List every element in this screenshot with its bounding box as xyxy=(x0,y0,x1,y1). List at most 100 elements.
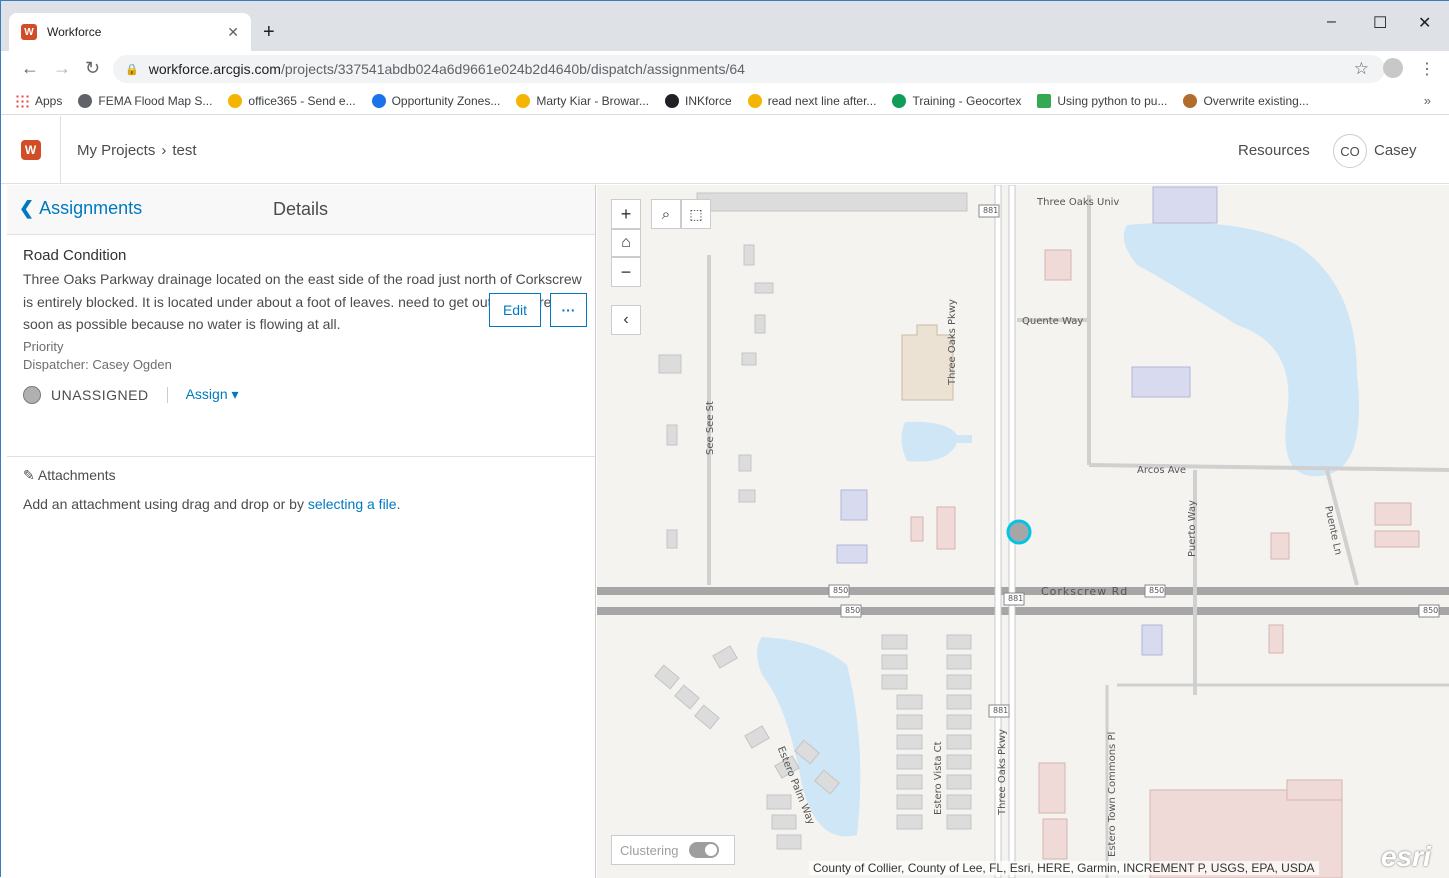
lake-shape xyxy=(1123,222,1359,477)
attachments-section: ✎ Attachments Add an attachment using dr… xyxy=(7,457,595,522)
stack-icon xyxy=(228,93,243,108)
breadcrumb: My Projects › test xyxy=(77,142,197,159)
overwrite-icon xyxy=(1183,93,1198,108)
address-bar[interactable]: 🔒 workforce.arcgis.com /projects/337541a… xyxy=(113,55,1385,83)
home-icon[interactable]: ⌂ xyxy=(611,229,641,257)
tab-title: Workforce xyxy=(47,25,102,39)
new-tab-button[interactable]: + xyxy=(263,21,275,44)
building-shape xyxy=(1286,779,1343,801)
more-bookmarks-icon[interactable]: » xyxy=(1424,93,1431,108)
bookmark-item[interactable]: Using python to pu... xyxy=(1037,93,1167,108)
apps-grid-icon xyxy=(15,93,29,108)
breadcrumb-project: test xyxy=(172,142,197,159)
building-shape xyxy=(1038,762,1066,814)
bookmark-item[interactable]: FEMA Flood Map S... xyxy=(78,93,212,108)
details-title: Details xyxy=(273,199,329,219)
map-label: Estero Vista Ct xyxy=(933,741,944,815)
zoom-out-button[interactable]: − xyxy=(611,257,641,287)
route-shield-label: 881 xyxy=(993,706,1009,715)
select-file-link[interactable]: selecting a file xyxy=(308,496,397,512)
breadcrumb-my-projects[interactable]: My Projects xyxy=(77,142,155,159)
attachments-hint: Add an attachment using drag and drop or… xyxy=(23,496,401,512)
reload-icon[interactable]: ↻ xyxy=(85,58,100,79)
building-shape xyxy=(1131,366,1191,398)
browser-menu-icon[interactable]: ⋮ xyxy=(1419,59,1435,79)
details-panel: ❮ Assignments Details Road Condition Thr… xyxy=(7,185,596,878)
collapse-panel-icon[interactable]: ‹ xyxy=(611,305,641,335)
bookmark-item[interactable]: Marty Kiar - Browar... xyxy=(516,93,649,108)
workforce-logo-icon: W xyxy=(20,140,41,160)
more-actions-button[interactable]: ··· xyxy=(550,293,587,327)
building-shape xyxy=(1044,249,1072,281)
bookmark-star-icon[interactable]: ☆ xyxy=(1354,59,1369,79)
building-shape xyxy=(936,506,956,550)
map-attribution: County of Collier, County of Lee, FL, Es… xyxy=(809,861,1319,875)
bookmark-item[interactable]: read next line after... xyxy=(747,93,876,108)
fema-icon xyxy=(78,93,93,108)
search-icon[interactable]: ⌕ xyxy=(651,199,681,229)
minimize-icon[interactable]: – xyxy=(1327,13,1336,31)
building-shape xyxy=(1374,530,1420,548)
status-row: UNASSIGNED Assign ▾ xyxy=(23,385,579,404)
profile-avatar-icon[interactable] xyxy=(1383,58,1403,78)
assignment-details: Road Condition Three Oaks Parkway draina… xyxy=(7,235,595,457)
building-shape xyxy=(901,324,954,401)
maximize-icon[interactable]: ☐ xyxy=(1373,13,1387,33)
opportunity-zones-icon xyxy=(371,93,386,108)
route-shield-label: 881 xyxy=(983,206,999,215)
building-shape xyxy=(1268,624,1284,654)
corkscrew-road-south xyxy=(597,607,1449,615)
bookmark-item[interactable]: Apps xyxy=(15,93,62,108)
building-shape xyxy=(836,544,868,564)
edit-button[interactable]: Edit xyxy=(489,293,541,327)
basemap-graphics xyxy=(597,185,1449,878)
bookmark-item[interactable]: Opportunity Zones... xyxy=(371,93,500,108)
route-shield-label: 850 xyxy=(833,586,849,595)
stack-icon xyxy=(747,93,762,108)
landscape-icon xyxy=(1037,93,1052,108)
pond-shape xyxy=(901,421,972,462)
bookmark-item[interactable]: office365 - Send e... xyxy=(228,93,356,108)
residential-buildings xyxy=(654,192,972,850)
resources-link[interactable]: Resources xyxy=(1238,142,1310,159)
map-view[interactable]: Three Oaks Univ Quente Way Arcos Ave Cor… xyxy=(597,185,1449,878)
clustering-toggle[interactable]: Clustering xyxy=(611,835,735,865)
workforce-logo[interactable]: W xyxy=(1,116,61,184)
assign-dropdown[interactable]: Assign ▾ xyxy=(186,386,239,403)
map-label: Puerto Way xyxy=(1187,500,1198,557)
bookmark-item[interactable]: INKforce xyxy=(665,93,732,108)
clustering-label: Clustering xyxy=(620,842,679,858)
back-to-assignments-link[interactable]: ❮ Assignments xyxy=(19,198,142,219)
paperclip-icon: ✎ xyxy=(23,467,38,483)
map-label: Estero Town Commons Pl xyxy=(1107,731,1118,857)
building-shape xyxy=(1374,502,1412,526)
browser-tab[interactable]: W Workforce ✕ xyxy=(9,13,251,51)
route-shield-label: 850 xyxy=(845,606,861,615)
bookmark-item[interactable]: Training - Geocortex xyxy=(892,93,1021,108)
select-area-icon[interactable]: ⬚ xyxy=(681,199,711,229)
route-shield-label: 850 xyxy=(1149,586,1165,595)
bookmarks-bar: Apps FEMA Flood Map S... office365 - Sen… xyxy=(1,87,1449,115)
close-window-icon[interactable]: ✕ xyxy=(1418,13,1431,33)
assignment-marker[interactable] xyxy=(1006,519,1032,545)
geocortex-icon xyxy=(892,93,907,108)
workforce-favicon-icon: W xyxy=(21,24,37,40)
sun-icon xyxy=(516,93,531,108)
attachments-header: ✎ Attachments xyxy=(23,467,116,483)
forward-arrow-icon[interactable]: → xyxy=(53,58,71,79)
route-shield-label: 850 xyxy=(1423,606,1439,615)
bookmark-item[interactable]: Overwrite existing... xyxy=(1183,93,1309,108)
map-label: Arcos Ave xyxy=(1137,465,1187,476)
route-shield-label: 881 xyxy=(1008,594,1024,603)
user-avatar[interactable]: CO xyxy=(1333,134,1367,168)
status-label: UNASSIGNED xyxy=(51,386,149,403)
zoom-in-button[interactable]: + xyxy=(611,199,641,229)
map-label: Corkscrew Rd xyxy=(1041,585,1129,598)
app-header: W My Projects › test Resources CO Casey xyxy=(1,116,1449,184)
address-toolbar: ← → ↻ 🔒 workforce.arcgis.com /projects/3… xyxy=(1,51,1449,87)
building-shape xyxy=(840,489,868,521)
tab-close-icon[interactable]: ✕ xyxy=(227,24,239,41)
back-arrow-icon[interactable]: ← xyxy=(21,58,39,79)
toggle-switch-icon[interactable] xyxy=(688,842,719,858)
user-name[interactable]: Casey xyxy=(1374,142,1417,159)
